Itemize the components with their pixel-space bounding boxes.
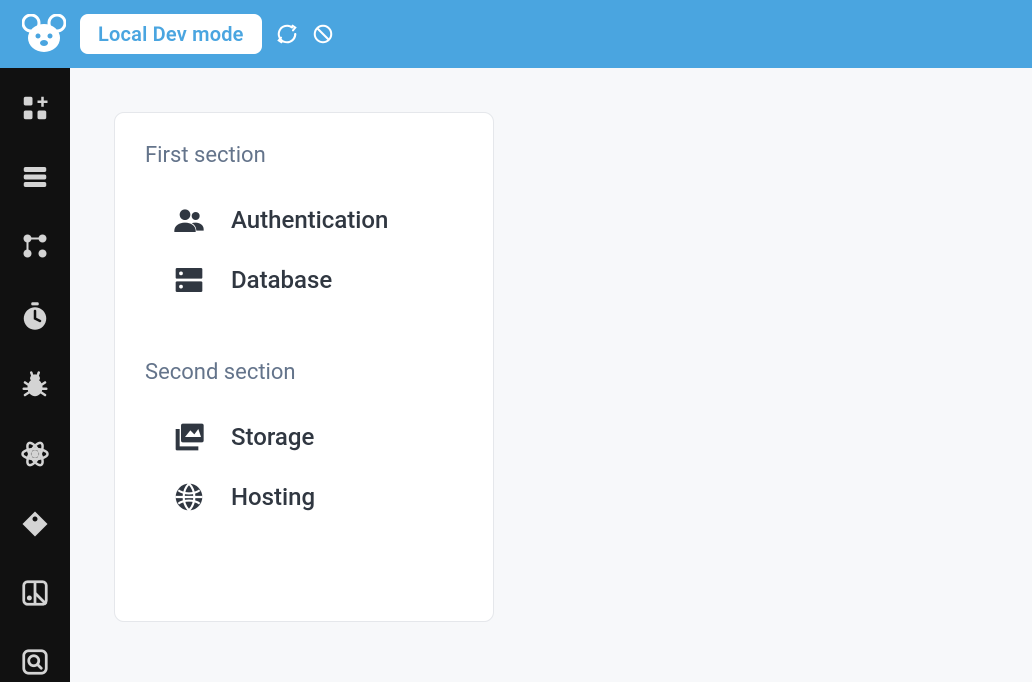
block-icon[interactable] (312, 23, 334, 45)
entry-authentication[interactable]: Authentication (145, 190, 463, 250)
section-title: First section (145, 143, 463, 168)
section-second: Second section Storage (145, 360, 463, 527)
entry-database[interactable]: Database (145, 250, 463, 310)
navigation-card: First section Authentication (114, 112, 494, 622)
people-icon (173, 204, 205, 236)
header-bar: Local Dev mode (0, 0, 1032, 68)
entry-hosting[interactable]: Hosting (145, 467, 463, 527)
entry-label: Hosting (231, 483, 315, 511)
sidebar-atom[interactable] (15, 435, 55, 474)
storage-icon (173, 264, 205, 296)
entry-label: Database (231, 266, 332, 294)
sidebar-timer[interactable] (15, 296, 55, 335)
entry-label: Authentication (231, 206, 388, 234)
sidebar-palette[interactable] (15, 573, 55, 612)
collections-icon (173, 421, 205, 453)
sidebar-list[interactable] (15, 157, 55, 196)
sidebar-search[interactable] (15, 643, 55, 682)
refresh-icon[interactable] (276, 23, 298, 45)
sidebar (0, 68, 70, 682)
entry-label: Storage (231, 423, 314, 451)
section-first: First section Authentication (145, 143, 463, 310)
app-logo (22, 14, 66, 54)
sidebar-tag[interactable] (15, 504, 55, 543)
sidebar-widgets[interactable] (15, 88, 55, 127)
mode-badge[interactable]: Local Dev mode (80, 14, 262, 54)
globe-icon (173, 481, 205, 513)
sidebar-bug[interactable] (15, 365, 55, 404)
sidebar-graph[interactable] (15, 227, 55, 266)
section-title: Second section (145, 360, 463, 385)
entry-storage[interactable]: Storage (145, 407, 463, 467)
main-content: First section Authentication (70, 68, 1032, 682)
